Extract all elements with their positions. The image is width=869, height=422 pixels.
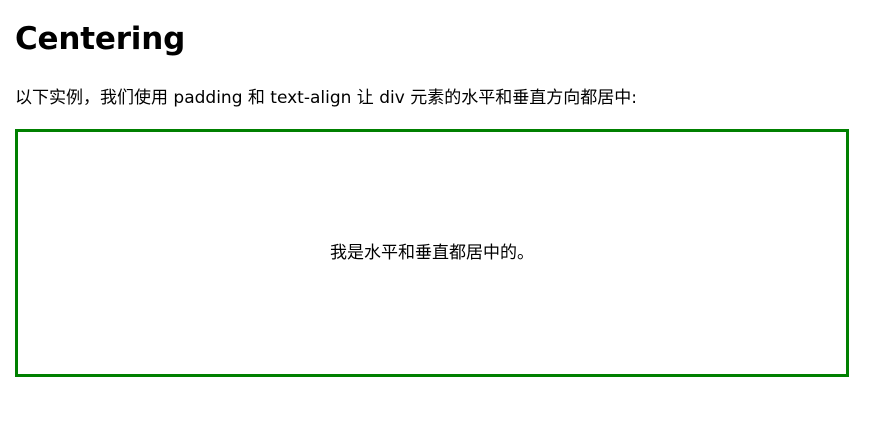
centered-text: 我是水平和垂直都居中的。 [330, 243, 534, 263]
page-title: Centering [15, 21, 186, 57]
intro-text: 以下实例，我们使用 padding 和 text-align 让 div 元素的… [15, 88, 637, 108]
centered-box: 我是水平和垂直都居中的。 [15, 129, 849, 377]
page: Centering 以下实例，我们使用 padding 和 text-align… [0, 0, 869, 422]
